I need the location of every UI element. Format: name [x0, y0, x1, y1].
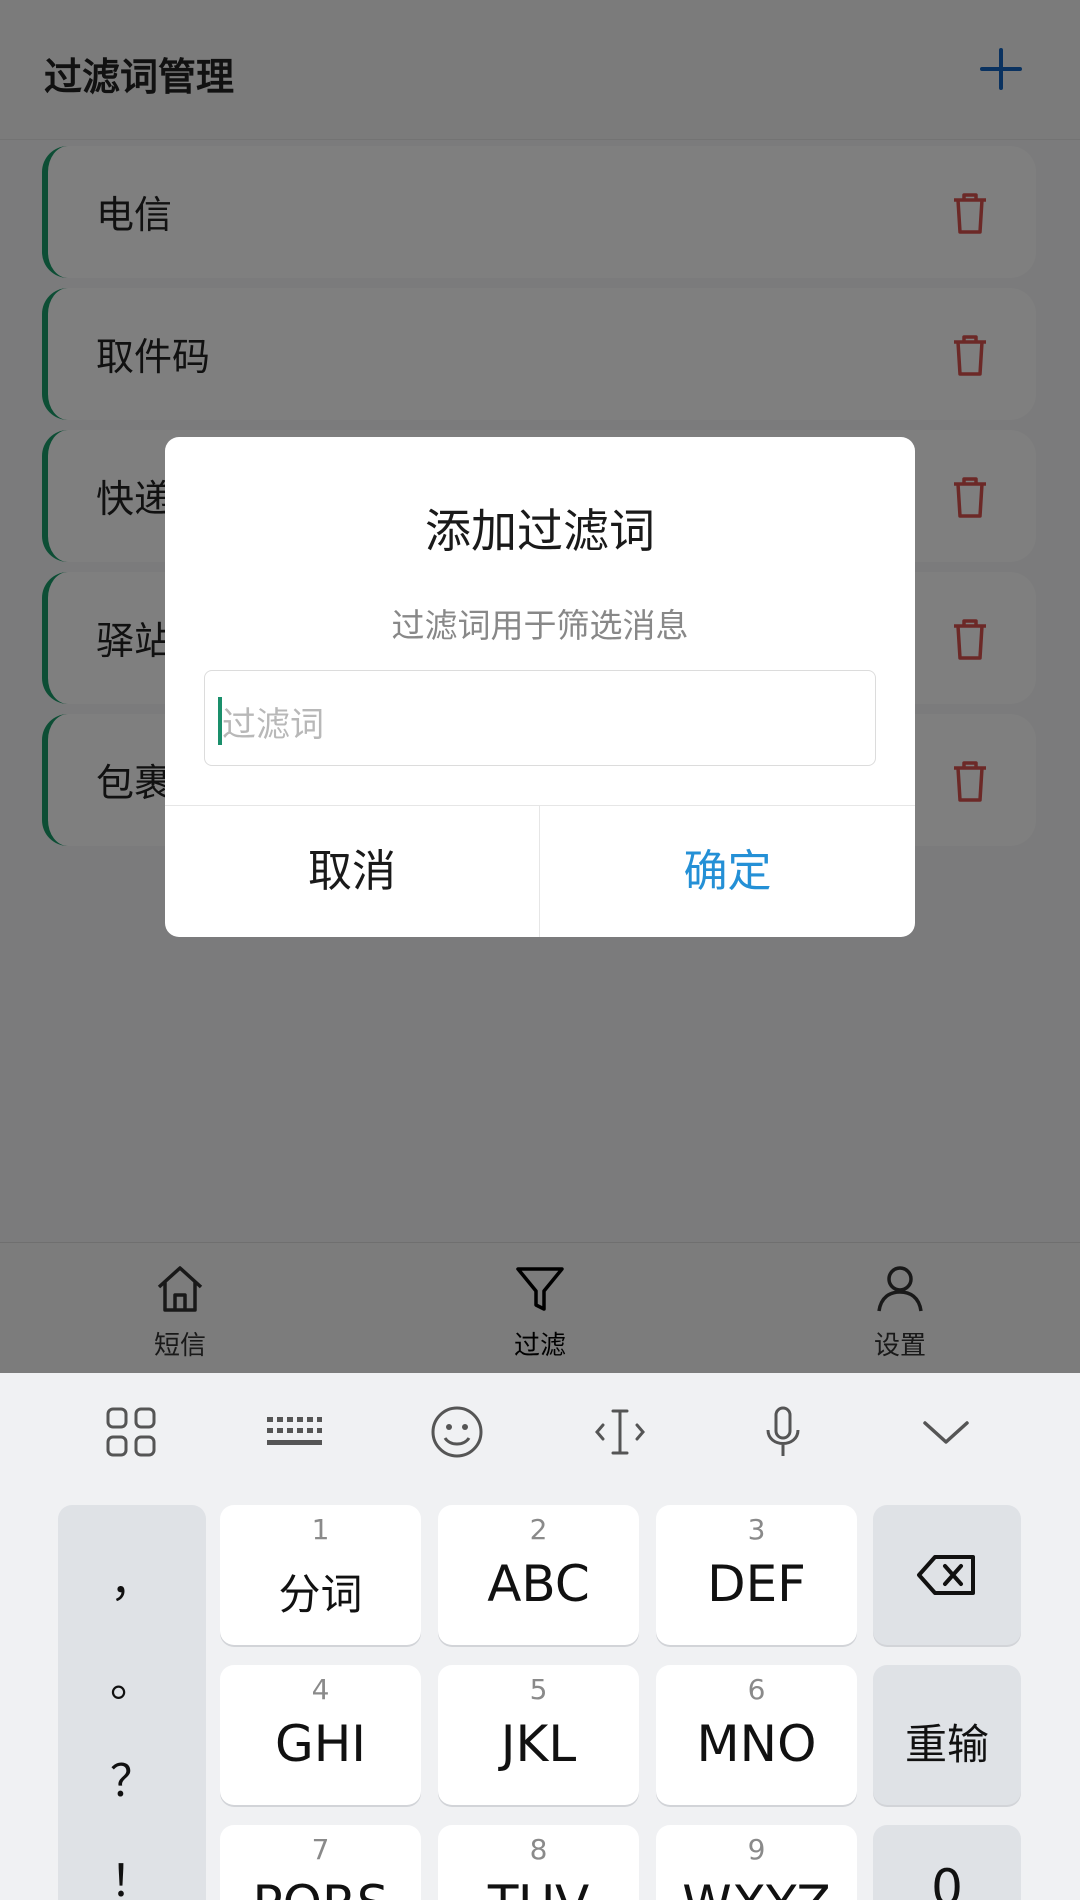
dialog-title: 添加过滤词	[425, 504, 655, 558]
key-number: 4	[311, 1673, 330, 1706]
key-label: GHI	[274, 1715, 367, 1773]
apps-icon[interactable]	[102, 1403, 160, 1461]
input-placeholder: 过滤词	[222, 705, 324, 745]
key-number: 5	[529, 1673, 548, 1706]
key-number: 8	[529, 1833, 548, 1866]
key-0[interactable]: 0	[873, 1825, 1021, 1900]
punctuation-key[interactable]: 。	[58, 1645, 206, 1709]
key-9[interactable]: 9 WXYZ	[656, 1825, 857, 1900]
key-7[interactable]: 7 PQRS	[220, 1825, 421, 1900]
key-label: JKL	[500, 1715, 577, 1773]
punctuation-key[interactable]: ，	[58, 1545, 206, 1609]
key-5[interactable]: 5 JKL	[438, 1665, 639, 1805]
backspace-key[interactable]	[873, 1505, 1021, 1645]
backspace-icon	[917, 1555, 975, 1595]
dialog-subtitle: 过滤词用于筛选消息	[391, 606, 689, 645]
punctuation-key[interactable]: ？	[58, 1745, 206, 1809]
text-cursor	[218, 697, 222, 745]
key-3[interactable]: 3 DEF	[656, 1505, 857, 1645]
key-label: 重输	[904, 1720, 989, 1769]
key-number: 9	[747, 1833, 766, 1866]
key-number: 3	[747, 1513, 766, 1546]
key-number: 2	[529, 1513, 548, 1546]
collapse-icon[interactable]	[917, 1403, 975, 1461]
key-number: 7	[311, 1833, 330, 1866]
key-label: MNO	[696, 1715, 817, 1773]
dialog-actions: 取消 确定	[165, 805, 915, 937]
punctuation-column[interactable]: ， 。 ？ ！	[58, 1505, 206, 1900]
add-filter-word-dialog: 添加过滤词 过滤词用于筛选消息 过滤词 取消 确定	[165, 437, 915, 937]
key-label: 0	[931, 1859, 963, 1900]
mic-icon[interactable]	[754, 1403, 812, 1461]
key-label: DEF	[707, 1555, 806, 1613]
reenter-key[interactable]: 重输	[873, 1665, 1021, 1805]
key-2[interactable]: 2 ABC	[438, 1505, 639, 1645]
key-label: TUV	[438, 1875, 639, 1900]
punctuation-key[interactable]: ！	[58, 1845, 206, 1900]
filter-word-input[interactable]: 过滤词	[204, 670, 876, 766]
key-label: ABC	[487, 1555, 590, 1613]
cancel-button[interactable]: 取消	[165, 806, 540, 937]
key-label: WXYZ	[656, 1875, 857, 1900]
key-label: 分词	[278, 1570, 363, 1619]
key-8[interactable]: 8 TUV	[438, 1825, 639, 1900]
emoji-icon[interactable]	[428, 1403, 486, 1461]
soft-keyboard: ， 。 ？ ！ 1 分词 2 ABC 3 DEF 4 GHI 5 JKL 6 M…	[0, 1373, 1080, 1900]
key-number: 6	[747, 1673, 766, 1706]
confirm-button[interactable]: 确定	[540, 806, 915, 937]
key-1[interactable]: 1 分词	[220, 1505, 421, 1645]
key-label: PQRS	[220, 1875, 421, 1900]
key-number: 1	[311, 1513, 330, 1546]
key-4[interactable]: 4 GHI	[220, 1665, 421, 1805]
keyboard-icon[interactable]	[265, 1403, 323, 1461]
key-6[interactable]: 6 MNO	[656, 1665, 857, 1805]
cursor-icon[interactable]	[591, 1403, 649, 1461]
